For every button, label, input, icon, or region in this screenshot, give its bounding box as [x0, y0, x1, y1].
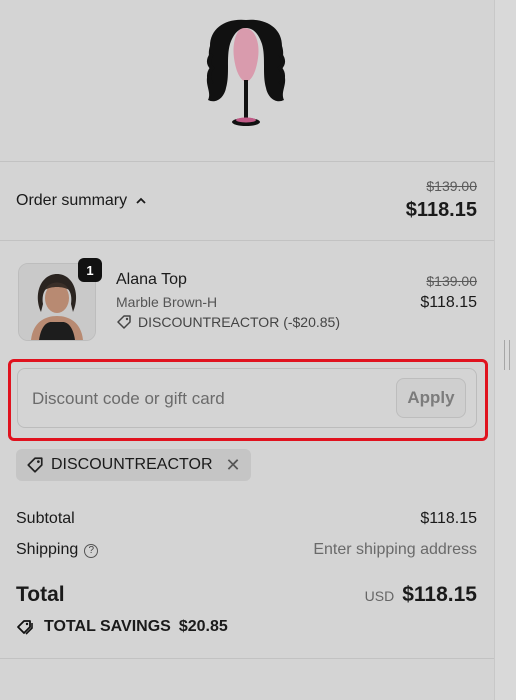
order-summary-panel: Order summary $139.00 $118.15 1 Alana To…	[0, 0, 494, 700]
tag-icon	[17, 620, 33, 635]
item-price: $118.15	[420, 294, 477, 311]
subtotal-value: $118.15	[420, 510, 477, 527]
divider	[0, 658, 494, 659]
total-amount: USD $118.15	[365, 583, 477, 607]
divider	[0, 240, 494, 241]
wig-mannequin-logo	[206, 19, 286, 126]
applied-code-label: DISCOUNTREACTOR	[51, 456, 213, 473]
highlight-box	[8, 359, 488, 441]
help-icon[interactable]: ?	[84, 543, 99, 558]
item-original-price: $139.00	[426, 273, 477, 289]
order-summary-toggle[interactable]: Order summary	[16, 192, 147, 210]
chevron-up-icon	[136, 197, 146, 204]
total-savings: TOTAL SAVINGS $20.85	[16, 618, 228, 636]
shipping-label: Shipping	[16, 541, 79, 558]
product-name: Alana Top	[116, 271, 187, 288]
close-icon[interactable]: ✕	[226, 456, 241, 474]
order-summary-label: Order summary	[16, 192, 128, 209]
total-label: Total	[16, 583, 65, 606]
shipping-row: Shipping?	[16, 541, 99, 559]
subtotal-label: Subtotal	[16, 510, 75, 527]
scrollbar[interactable]	[494, 0, 516, 700]
original-total: $139.00	[426, 178, 477, 194]
tag-icon	[27, 457, 43, 473]
scrollbar-grip[interactable]	[504, 340, 510, 370]
divider	[0, 161, 494, 162]
currency-code: USD	[364, 588, 395, 604]
quantity-badge: 1	[78, 258, 102, 282]
applied-discount-chip: DISCOUNTREACTOR ✕	[16, 449, 251, 481]
tag-icon	[117, 315, 131, 329]
savings-label: TOTAL SAVINGS	[44, 618, 171, 635]
total-value: $118.15	[402, 583, 477, 606]
item-discount-label: DISCOUNTREACTOR (-$20.85)	[138, 314, 341, 330]
savings-value: $20.85	[178, 618, 228, 635]
item-discount: DISCOUNTREACTOR (-$20.85)	[116, 314, 340, 330]
product-variant: Marble Brown-H	[116, 294, 218, 310]
shipping-value: Enter shipping address	[313, 541, 477, 558]
summary-total: $118.15	[405, 199, 477, 221]
